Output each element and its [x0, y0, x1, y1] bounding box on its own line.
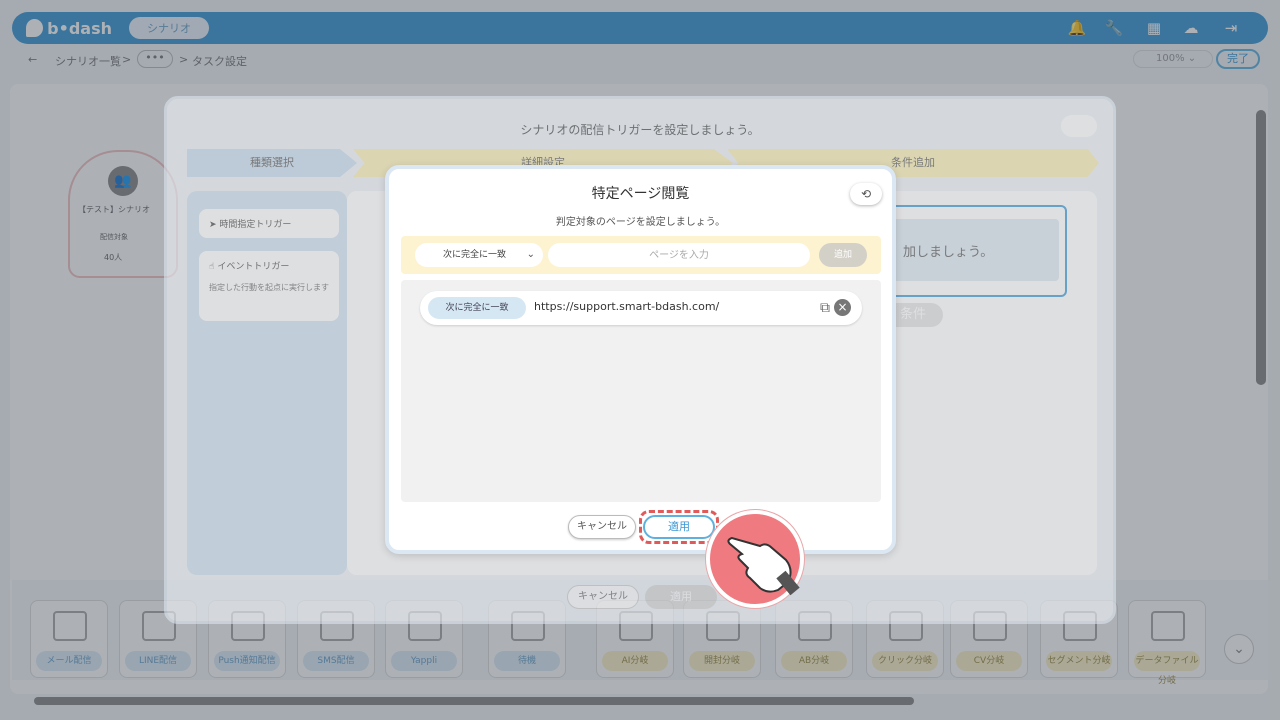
click-pointer-icon: [706, 510, 804, 608]
remove-icon[interactable]: ×: [834, 299, 851, 316]
help-icon[interactable]: [1061, 115, 1097, 137]
trigger-type-list: ➤ 時間指定トリガー ☝ イベントトリガー 指定した行動を起点に実行します: [187, 191, 347, 575]
event-trigger-desc: 指定した行動を起点に実行します: [209, 283, 329, 292]
condition-box-text: 加しましょう。: [891, 219, 1059, 281]
time-trigger-label: 時間指定トリガー: [219, 220, 292, 230]
page-list: 次に完全に一致 https://support.smart-bdash.com/…: [401, 280, 881, 502]
add-button[interactable]: 追加: [819, 243, 867, 267]
event-trigger-label: イベントトリガー: [217, 262, 290, 272]
apply-button[interactable]: 適用: [643, 515, 715, 539]
step-type-select: 種類選択: [187, 149, 357, 177]
match-type-badge: 次に完全に一致: [428, 297, 526, 319]
condition-box[interactable]: 加しましょう。: [883, 205, 1067, 297]
chevron-down-icon: ⌄: [526, 249, 535, 260]
trigger-apply-button[interactable]: 適用: [645, 585, 717, 609]
send-icon: ➤: [209, 220, 220, 230]
match-type-select[interactable]: 次に完全に一致 ⌄: [415, 243, 543, 267]
event-trigger-item[interactable]: ☝ イベントトリガー 指定した行動を起点に実行します: [199, 251, 339, 321]
history-icon[interactable]: ⟲: [850, 183, 882, 205]
time-trigger-item[interactable]: ➤ 時間指定トリガー: [199, 209, 339, 238]
external-link-icon[interactable]: ⧉: [816, 299, 834, 317]
trigger-cancel-button[interactable]: キャンセル: [567, 585, 639, 609]
match-type-value: 次に完全に一致: [443, 250, 507, 260]
page-input-row: 次に完全に一致 ⌄ 追加: [401, 236, 881, 274]
page-modal-subtitle: 判定対象のページを設定しましょう。: [555, 217, 726, 228]
cancel-button[interactable]: キャンセル: [568, 515, 636, 539]
page-view-modal: 特定ページ閲覧 ⟲ 判定対象のページを設定しましょう。 次に完全に一致⌄ 追加 …: [385, 165, 896, 554]
trigger-modal-title: シナリオの配信トリガーを設定しましょう。: [520, 123, 760, 137]
page-modal-title: 特定ページ閲覧: [591, 186, 690, 202]
page-url-text: https://support.smart-bdash.com/: [534, 300, 720, 313]
page-url-input[interactable]: [548, 243, 810, 267]
list-item: 次に完全に一致 https://support.smart-bdash.com/…: [420, 291, 862, 325]
